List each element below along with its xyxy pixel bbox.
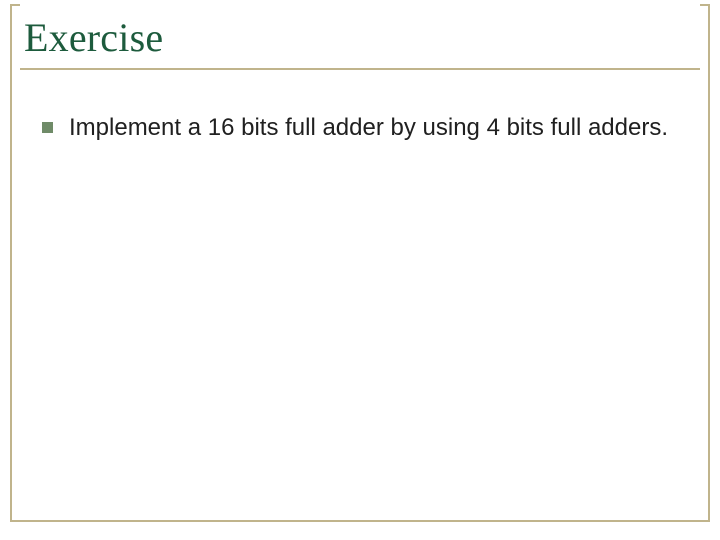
title-underline [20,68,700,70]
slide-border [10,4,710,522]
slide: Exercise Implement a 16 bits full adder … [0,0,720,540]
slide-title: Exercise [24,14,163,61]
slide-body: Implement a 16 bits full adder by using … [42,112,678,143]
title-area: Exercise [0,0,720,72]
bullet-text: Implement a 16 bits full adder by using … [69,112,678,143]
square-bullet-icon [42,122,53,133]
list-item: Implement a 16 bits full adder by using … [42,112,678,143]
